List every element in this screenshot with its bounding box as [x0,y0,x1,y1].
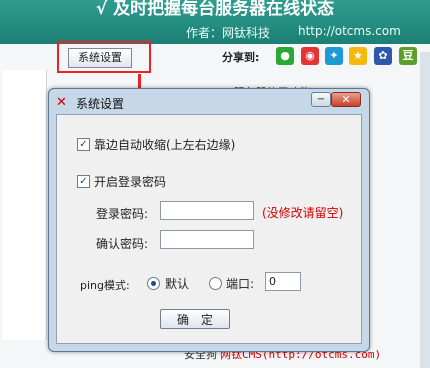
dialog-title: 系统设置 [76,97,125,111]
login-password-checkbox[interactable]: ✓ [77,175,90,188]
confirm-password-input[interactable] [160,230,254,249]
wechat-icon[interactable]: ● [276,47,294,65]
radio-port[interactable] [209,277,222,290]
ok-button[interactable]: 确 定 [160,309,230,329]
login-password-label: 开启登录密码 [94,175,167,189]
radio-default[interactable] [147,277,160,290]
banner-author: 作者：网钛科技 [186,26,271,40]
close-button[interactable]: ✕ [331,92,361,107]
ping-mode-label: ping模式: [80,279,130,292]
banner-title: √ 及时把握每台服务器在线状态 [95,0,335,19]
radio-port-label: 端口: [226,277,255,291]
right-edge [420,52,430,368]
qzone-icon[interactable]: ✦ [325,47,343,65]
weibo-icon[interactable]: ◉ [301,47,319,65]
password-input[interactable] [160,201,254,220]
baidu-icon[interactable]: ✿ [374,47,392,65]
password-label: 登录密码: [96,207,149,221]
share-label: 分享到: [222,51,260,64]
douban-icon[interactable]: 豆 [399,47,417,65]
minimize-button[interactable]: − [311,92,331,107]
edge-shrink-label: 靠边自动收缩(上左右边缘) [94,138,236,152]
app-icon: ✕ [56,95,67,110]
banner-url[interactable]: http://otcms.com [298,24,401,38]
password-hint: (没修改请留空) [262,206,344,220]
edge-shrink-checkbox[interactable]: ✓ [77,138,90,151]
highlight-box [57,41,151,73]
left-panel [2,70,47,340]
confirm-password-label: 确认密码: [96,237,149,251]
star-icon[interactable]: ★ [349,47,367,65]
port-input[interactable]: 0 [265,272,301,291]
radio-default-label: 默认 [165,277,190,291]
